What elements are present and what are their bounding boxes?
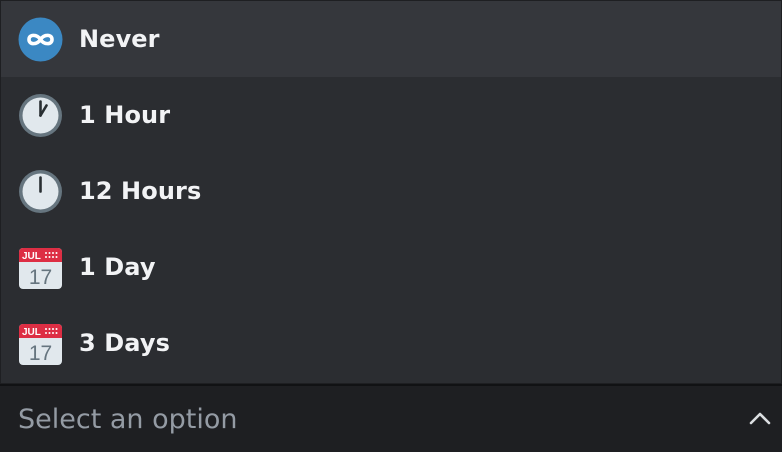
chevron-up-icon[interactable] <box>746 405 774 433</box>
calendar-day: 17 <box>29 342 52 365</box>
calendar-day: 17 <box>29 266 52 289</box>
option-label: 3 Days <box>79 329 170 357</box>
infinity-icon <box>18 17 63 62</box>
select-input[interactable]: Select an option <box>0 384 782 452</box>
option-12-hours[interactable]: 12 Hours <box>1 153 781 229</box>
calendar-month: JUL <box>22 251 41 262</box>
calendar-month: JUL <box>22 327 41 338</box>
option-label: 1 Day <box>79 253 156 281</box>
calendar-icon: JUL 17 <box>18 245 63 290</box>
clock-twelve-icon <box>18 169 63 214</box>
calendar-icon: JUL 17 <box>18 321 63 366</box>
option-3-days[interactable]: JUL 17 3 Days <box>1 305 781 381</box>
clock-one-icon <box>18 93 63 138</box>
option-label: 12 Hours <box>79 177 202 205</box>
options-menu: Never 1 Hour 12 Hours JUL 17 1 Day JUL 1… <box>0 0 782 384</box>
expiry-dropdown: Never 1 Hour 12 Hours JUL 17 1 Day JUL 1… <box>0 0 782 452</box>
select-placeholder: Select an option <box>18 403 238 435</box>
option-1-day[interactable]: JUL 17 1 Day <box>1 229 781 305</box>
option-never[interactable]: Never <box>1 1 781 77</box>
option-label: Never <box>79 25 160 53</box>
option-label: 1 Hour <box>79 101 171 129</box>
option-1-hour[interactable]: 1 Hour <box>1 77 781 153</box>
